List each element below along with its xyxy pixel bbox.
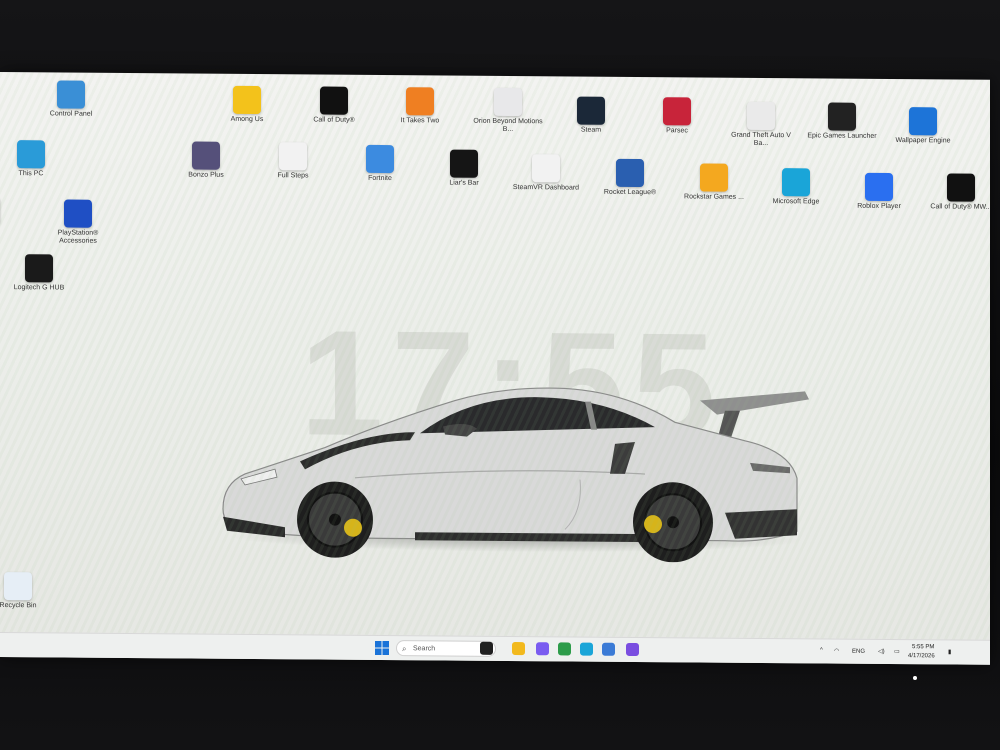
discord-icon[interactable] <box>626 642 639 657</box>
desktop-icon-label: SteamVR Dashboard <box>512 184 580 192</box>
wallpaper-engine-icon <box>909 107 937 136</box>
it-takes-two-icon <box>406 87 434 116</box>
taskbar-time[interactable]: 5:55 PM <box>912 644 934 650</box>
desktop-icon-label: Rockstar Games ... <box>684 193 744 201</box>
desktop-icon-label: Grand Theft Auto V Ba... <box>731 131 791 148</box>
desktop-icon-label: Liar's Bar <box>449 179 479 187</box>
gta-v-icon <box>747 101 775 131</box>
search-icon: ⌕ <box>402 644 407 654</box>
desktop-icon[interactable]: It Takes Two <box>384 87 456 126</box>
among-us-icon <box>233 85 261 115</box>
bonzo-plus-icon <box>192 141 220 170</box>
task-view-icon[interactable] <box>480 641 493 655</box>
chevron-up-icon[interactable]: ^ <box>820 647 823 653</box>
mw3-icon <box>947 173 975 202</box>
rocket-league-icon <box>616 158 644 188</box>
desktop-icon[interactable]: Wallpaper Engine <box>887 107 959 146</box>
taskbar-date[interactable]: 4/17/2026 <box>908 653 935 659</box>
liars-bar-icon <box>450 149 478 178</box>
desktop-icon[interactable]: Rockstar Games ... <box>678 163 750 202</box>
desktop-icon[interactable]: Call of Duty® MW... <box>925 173 990 212</box>
chrome-icon[interactable] <box>558 642 571 656</box>
desktop-icon-label: Fortnite <box>368 174 392 183</box>
power-led <box>913 676 917 680</box>
desktop-icon[interactable]: Liar's Bar <box>428 149 500 188</box>
desktop-icon-label: Microsoft Edge <box>772 198 820 206</box>
control-panel-icon <box>57 80 85 109</box>
desktop-icon-label: Rocket League® <box>603 188 657 197</box>
steamvr-icon <box>532 154 560 183</box>
edge-icon[interactable] <box>580 642 593 656</box>
desktop-icon[interactable]: Roblox Player <box>843 172 915 212</box>
desktop-icon-label: Parsec <box>666 127 688 135</box>
desktop-icon-label: Steam <box>580 126 602 134</box>
desktop-icon[interactable]: Among Us <box>211 85 283 125</box>
recycle-bin-icon <box>4 572 32 601</box>
search-placeholder: Search <box>413 645 436 653</box>
desktop-icon-label: Call of Duty® <box>313 116 355 124</box>
desktop-icon[interactable]: Bonzo Plus <box>170 141 242 180</box>
desktop-icon[interactable]: Orion Beyond Motions B... <box>472 87 544 135</box>
monitor-icon <box>17 140 45 169</box>
call-of-duty-icon <box>320 86 348 115</box>
file-explorer-icon[interactable] <box>512 642 525 656</box>
desktop-icon[interactable]: Grand Theft Auto V Ba... <box>725 101 797 149</box>
desktop-icon[interactable]: SteamVR Dashboard <box>510 154 582 193</box>
gamepad-icon <box>64 199 92 228</box>
desktop-icon[interactable]: Fortnite <box>344 144 416 184</box>
desktop-icon[interactable]: This PC <box>0 140 67 179</box>
desktop-icon[interactable]: App <box>0 197 22 236</box>
copilot-icon[interactable] <box>536 642 549 656</box>
network-icon[interactable]: ◠ <box>834 648 839 655</box>
roblox-icon <box>865 172 893 202</box>
desktop-icon-label: Roblox Player <box>857 202 901 211</box>
volume-icon[interactable]: ◁) <box>878 648 885 655</box>
epic-games-icon <box>828 102 856 131</box>
desktop-icon-label: Wallpaper Engine <box>895 137 951 145</box>
orion-icon <box>494 87 522 117</box>
fortnite-icon <box>366 144 394 174</box>
desktop-icon[interactable]: Epic Games Launcher <box>806 102 878 141</box>
notification-icon[interactable]: ▭ <box>894 648 900 655</box>
desktop-icon-label: Orion Beyond Motions B... <box>473 117 543 134</box>
desktop-icon-label: PlayStation® Accessories <box>57 229 99 245</box>
desktop-icon-label: This PC <box>18 170 44 178</box>
desktop-icon[interactable]: PlayStation® Accessories <box>42 199 114 246</box>
desktop-icon-label: Epic Games Launcher <box>807 132 877 140</box>
desktop-icon[interactable]: Steam <box>555 96 627 135</box>
desktop-icon[interactable]: Call of Duty® <box>298 86 370 125</box>
desktop-icon-label: Recycle Bin <box>0 601 37 610</box>
desktop-icon-label: App <box>0 227 22 236</box>
windows-start-icon[interactable] <box>375 640 389 656</box>
store-icon[interactable] <box>602 642 615 656</box>
desktop-icon[interactable]: Parsec <box>641 97 713 136</box>
notification-bell-icon[interactable]: ▮ <box>948 648 951 655</box>
parsec-icon <box>663 97 691 126</box>
file-icon <box>279 142 307 171</box>
logitech-g-icon <box>25 254 53 283</box>
desktop-icon[interactable]: Microsoft Edge <box>760 168 832 207</box>
desktop-screen: 17:55 Control Panel This PC PlayStation®… <box>0 72 990 665</box>
desktop-icon-label: Logitech G HUB <box>13 284 65 292</box>
desktop-icon-label: Bonzo Plus <box>188 171 224 179</box>
edge-icon <box>782 168 810 197</box>
language-indicator[interactable]: ENG <box>852 649 865 655</box>
desktop-icon[interactable]: Full Steps <box>257 142 329 181</box>
desktop-icon-label: Among Us <box>230 115 264 124</box>
desktop-icon-label: It Takes Two <box>400 117 440 125</box>
wallpaper-porsche-car <box>205 359 825 564</box>
steam-icon <box>577 96 605 125</box>
desktop-icon[interactable]: Rocket League® <box>594 158 666 198</box>
system-tray: ^ ◠ ENG ◁) ▭ 5:55 PM 4/17/2026 ▮ <box>820 642 960 662</box>
desktop-icon-label: Call of Duty® MW... <box>930 203 990 211</box>
desktop-icon[interactable]: Recycle Bin <box>0 572 54 611</box>
rockstar-icon <box>700 163 728 192</box>
desktop-icon-label: Full Steps <box>277 172 309 180</box>
desktop-icon[interactable]: Control Panel <box>35 80 107 119</box>
desktop-icon[interactable]: Logitech G HUB <box>3 254 75 293</box>
desktop-icon-label: Control Panel <box>49 110 93 118</box>
